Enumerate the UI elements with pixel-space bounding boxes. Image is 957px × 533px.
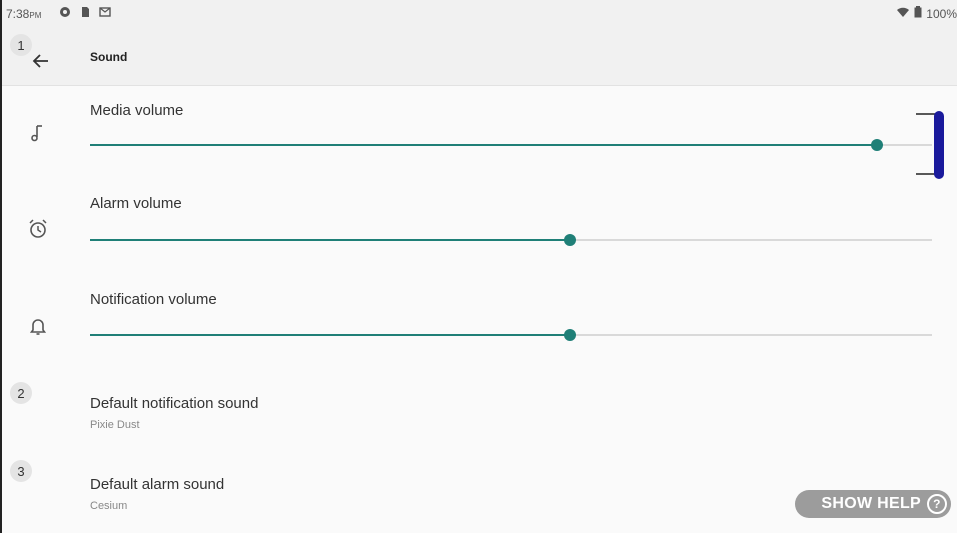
default-alarm-sound-label[interactable]: Default alarm sound (90, 476, 224, 493)
step-badge-2: 2 (10, 382, 32, 404)
media-volume-label: Media volume (90, 102, 184, 119)
notification-icons (59, 6, 111, 18)
default-alarm-sound-value: Cesium (90, 500, 128, 512)
step-badge-3: 3 (10, 460, 32, 482)
battery-percent: 100% (926, 6, 957, 21)
app-bar: 1 Sound (2, 28, 957, 86)
mail-icon (99, 6, 111, 18)
alarm-clock-icon (26, 217, 50, 241)
music-note-icon (26, 122, 50, 146)
screen: 7:38PM 100% 1 Sound Media volume Alarm v… (0, 0, 957, 533)
time-ampm: PM (29, 11, 42, 20)
media-volume-thumb[interactable] (871, 139, 884, 151)
status-right: 100% (896, 6, 957, 21)
sd-card-icon (79, 6, 91, 18)
notification-volume-slider[interactable] (90, 329, 932, 341)
wifi-icon (896, 6, 910, 21)
default-notification-sound-value: Pixie Dust (90, 419, 140, 431)
alarm-volume-label: Alarm volume (90, 195, 182, 212)
step-badge-1: 1 (10, 34, 32, 56)
status-time: 7:38PM (6, 7, 41, 21)
scroll-handle[interactable] (914, 110, 950, 180)
media-volume-fill (90, 144, 878, 146)
bell-icon (26, 314, 50, 338)
battery-icon (914, 6, 922, 21)
alarm-volume-thumb[interactable] (563, 234, 576, 246)
sync-icon (59, 6, 71, 18)
show-help-label: SHOW HELP (821, 495, 921, 512)
notification-volume-label: Notification volume (90, 291, 217, 308)
media-volume-slider[interactable] (90, 139, 932, 151)
notification-volume-fill (90, 334, 570, 336)
alarm-volume-fill (90, 239, 570, 241)
alarm-volume-slider[interactable] (90, 234, 932, 246)
page-title: Sound (90, 50, 128, 64)
help-question-icon: ? (927, 494, 947, 514)
status-bar: 7:38PM 100% (2, 0, 957, 28)
default-notification-sound-label[interactable]: Default notification sound (90, 395, 258, 412)
time-text: 7:38 (6, 7, 30, 21)
back-arrow-icon[interactable] (30, 50, 52, 72)
show-help-button[interactable]: SHOW HELP ? (795, 490, 951, 518)
notification-volume-thumb[interactable] (563, 329, 576, 341)
